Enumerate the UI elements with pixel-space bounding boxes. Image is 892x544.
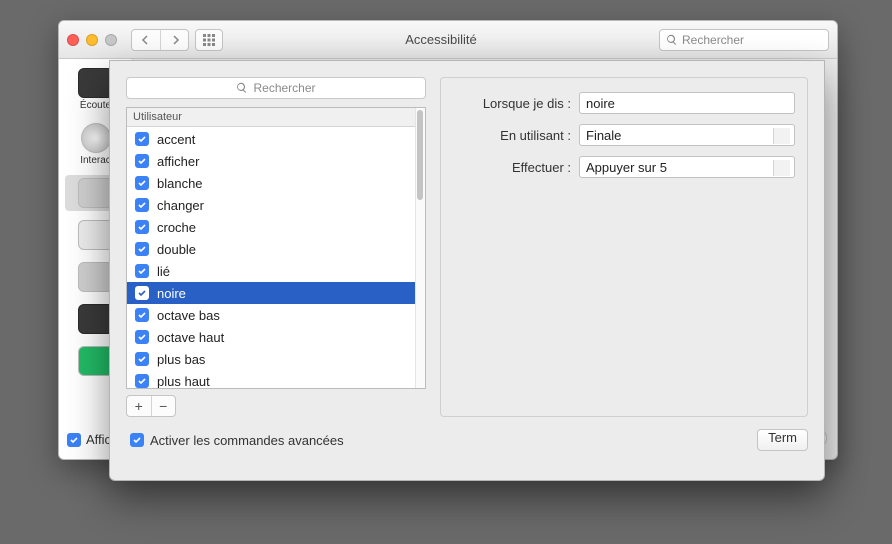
- command-row[interactable]: afficher: [127, 150, 415, 172]
- command-label: double: [157, 242, 196, 257]
- command-label: accent: [157, 132, 195, 147]
- command-row[interactable]: double: [127, 238, 415, 260]
- command-row[interactable]: noire: [127, 282, 415, 304]
- minimize-window-button[interactable]: [86, 34, 98, 46]
- when-i-say-label: Lorsque je dis :: [453, 96, 571, 111]
- show-in-menubar-row: Affic: [67, 432, 111, 447]
- search-icon: [236, 82, 248, 94]
- titlebar: Accessibilité Rechercher: [59, 21, 837, 59]
- command-enabled-checkbox[interactable]: [135, 176, 149, 190]
- commands-list-header: Utilisateur: [127, 108, 425, 127]
- command-enabled-checkbox[interactable]: [135, 242, 149, 256]
- command-label: noire: [157, 286, 186, 301]
- command-label: plus haut: [157, 374, 210, 389]
- command-enabled-checkbox[interactable]: [135, 220, 149, 234]
- command-label: blanche: [157, 176, 203, 191]
- command-enabled-checkbox[interactable]: [135, 308, 149, 322]
- command-enabled-checkbox[interactable]: [135, 132, 149, 146]
- commands-list: Utilisateur accent afficher blanche changer…: [126, 107, 426, 389]
- command-enabled-checkbox[interactable]: [135, 198, 149, 212]
- close-window-button[interactable]: [67, 34, 79, 46]
- command-detail-pane: Lorsque je dis : noire En utilisant : Fi…: [440, 77, 808, 417]
- commands-search-input[interactable]: Rechercher: [126, 77, 426, 99]
- commands-list-body[interactable]: accent afficher blanche changer croche double…: [127, 128, 415, 388]
- titlebar-search-placeholder: Rechercher: [682, 33, 744, 47]
- enable-advanced-checkbox[interactable]: [130, 433, 144, 447]
- commands-scroll-thumb[interactable]: [417, 110, 423, 200]
- command-row[interactable]: blanche: [127, 172, 415, 194]
- command-label: plus bas: [157, 352, 205, 367]
- enable-advanced-label: Activer les commandes avancées: [150, 433, 344, 448]
- titlebar-search-input[interactable]: Rechercher: [659, 29, 829, 51]
- done-button[interactable]: Term: [757, 429, 808, 451]
- show-in-menubar-checkbox[interactable]: [67, 433, 81, 447]
- when-i-say-input[interactable]: noire: [579, 92, 795, 114]
- while-using-select[interactable]: Finale: [579, 124, 795, 146]
- add-command-button[interactable]: +: [127, 396, 151, 416]
- perform-label: Effectuer :: [453, 160, 571, 175]
- command-enabled-checkbox[interactable]: [135, 352, 149, 366]
- command-row[interactable]: croche: [127, 216, 415, 238]
- show-in-menubar-label: Affic: [86, 432, 111, 447]
- command-enabled-checkbox[interactable]: [135, 330, 149, 344]
- sidebar-item-label: Écoute: [80, 100, 111, 111]
- nav-forward-button[interactable]: [160, 30, 188, 50]
- sidebar-item-label: Interac: [80, 155, 111, 166]
- command-enabled-checkbox[interactable]: [135, 154, 149, 168]
- show-all-button[interactable]: [195, 29, 223, 51]
- command-row[interactable]: accent: [127, 128, 415, 150]
- command-enabled-checkbox[interactable]: [135, 286, 149, 300]
- command-enabled-checkbox[interactable]: [135, 374, 149, 388]
- nav-back-forward: [131, 29, 189, 51]
- dictation-commands-sheet: Rechercher Utilisateur accent afficher bla…: [109, 60, 825, 481]
- command-enabled-checkbox[interactable]: [135, 264, 149, 278]
- command-label: octave bas: [157, 308, 220, 323]
- commands-pane: Rechercher Utilisateur accent afficher bla…: [126, 77, 426, 417]
- command-row[interactable]: octave bas: [127, 304, 415, 326]
- command-row[interactable]: changer: [127, 194, 415, 216]
- while-using-label: En utilisant :: [453, 128, 571, 143]
- remove-command-button[interactable]: −: [151, 396, 176, 416]
- zoom-window-button[interactable]: [105, 34, 117, 46]
- command-label: changer: [157, 198, 204, 213]
- command-label: octave haut: [157, 330, 224, 345]
- audio-icon: [81, 123, 111, 153]
- command-row[interactable]: lié: [127, 260, 415, 282]
- sheet-footer: Activer les commandes avancées Term: [126, 429, 808, 451]
- commands-scrollbar[interactable]: [415, 108, 425, 388]
- add-remove-group: + −: [126, 395, 176, 417]
- window-title: Accessibilité: [229, 32, 653, 47]
- traffic-lights: [67, 34, 117, 46]
- command-label: croche: [157, 220, 196, 235]
- commands-search-placeholder: Rechercher: [253, 81, 315, 95]
- command-row[interactable]: octave haut: [127, 326, 415, 348]
- search-icon: [666, 34, 678, 46]
- command-row[interactable]: plus bas: [127, 348, 415, 370]
- command-row[interactable]: plus haut: [127, 370, 415, 388]
- command-label: afficher: [157, 154, 199, 169]
- nav-back-button[interactable]: [132, 30, 160, 50]
- command-label: lié: [157, 264, 170, 279]
- perform-select[interactable]: Appuyer sur 5: [579, 156, 795, 178]
